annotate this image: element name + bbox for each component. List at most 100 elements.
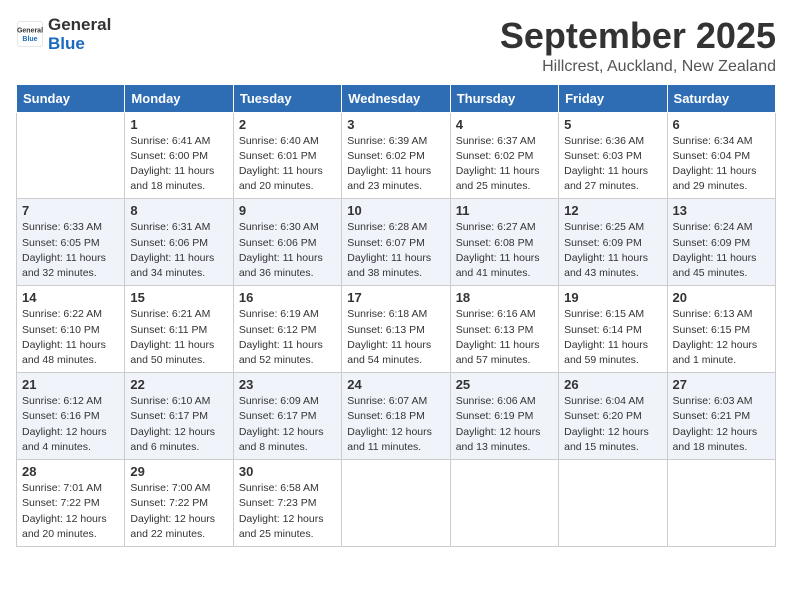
day-number: 17	[347, 290, 444, 305]
day-number: 12	[564, 203, 661, 218]
cell-info: Sunrise: 6:19 AM Sunset: 6:12 PM Dayligh…	[239, 307, 336, 368]
calendar-cell: 16 Sunrise: 6:19 AM Sunset: 6:12 PM Dayli…	[233, 286, 341, 373]
weekday-header-thursday: Thursday	[450, 84, 558, 112]
calendar-cell: 3Sunrise: 6:39 AM Sunset: 6:02 PM Daylig…	[342, 112, 450, 199]
svg-text:Blue: Blue	[22, 36, 37, 43]
day-number: 28	[22, 464, 119, 479]
day-number: 20	[673, 290, 770, 305]
weekday-header-wednesday: Wednesday	[342, 84, 450, 112]
calendar-cell: 30Sunrise: 6:58 AM Sunset: 7:23 PM Dayli…	[233, 460, 341, 547]
cell-info: Sunrise: 6:10 AM Sunset: 6:17 PM Dayligh…	[130, 394, 227, 455]
cell-info: Sunrise: 7:00 AM Sunset: 7:22 PM Dayligh…	[130, 481, 227, 542]
calendar-cell	[559, 460, 667, 547]
calendar-cell: 25 Sunrise: 6:06 AM Sunset: 6:19 PM Dayli…	[450, 373, 558, 460]
day-number: 11	[456, 203, 553, 218]
day-number: 7	[22, 203, 119, 218]
day-number: 4	[456, 117, 553, 132]
day-number: 25	[456, 377, 553, 392]
day-number: 9	[239, 203, 336, 218]
day-number: 10	[347, 203, 444, 218]
cell-info: Sunrise: 6:24 AM Sunset: 6:09 PM Dayligh…	[673, 220, 770, 281]
calendar-cell: 22Sunrise: 6:10 AM Sunset: 6:17 PM Dayli…	[125, 373, 233, 460]
calendar-cell: 5 Sunrise: 6:36 AM Sunset: 6:03 PM Daylig…	[559, 112, 667, 199]
calendar-cell	[667, 460, 775, 547]
cell-info: Sunrise: 6:36 AM Sunset: 6:03 PM Dayligh…	[564, 134, 661, 195]
cell-info: Sunrise: 6:25 AM Sunset: 6:09 PM Dayligh…	[564, 220, 661, 281]
cell-info: Sunrise: 6:30 AM Sunset: 6:06 PM Dayligh…	[239, 220, 336, 281]
calendar-cell	[342, 460, 450, 547]
calendar-cell	[450, 460, 558, 547]
calendar-cell: 27 Sunrise: 6:03 AM Sunset: 6:21 PM Dayli…	[667, 373, 775, 460]
calendar-week-1: 1Sunrise: 6:41 AM Sunset: 6:00 PM Daylig…	[17, 112, 776, 199]
calendar-cell: 28 Sunrise: 7:01 AM Sunset: 7:22 PM Dayli…	[17, 460, 125, 547]
cell-info: Sunrise: 6:34 AM Sunset: 6:04 PM Dayligh…	[673, 134, 770, 195]
day-number: 27	[673, 377, 770, 392]
logo-icon: General Blue	[16, 20, 44, 48]
day-number: 8	[130, 203, 227, 218]
weekday-header-friday: Friday	[559, 84, 667, 112]
cell-info: Sunrise: 6:12 AM Sunset: 6:16 PM Dayligh…	[22, 394, 119, 455]
calendar-week-4: 21 Sunrise: 6:12 AM Sunset: 6:16 PM Dayli…	[17, 373, 776, 460]
calendar-cell: 26Sunrise: 6:04 AM Sunset: 6:20 PM Dayli…	[559, 373, 667, 460]
day-number: 15	[130, 290, 227, 305]
logo-general: General	[48, 16, 111, 35]
calendar-cell: 29 Sunrise: 7:00 AM Sunset: 7:22 PM Dayli…	[125, 460, 233, 547]
calendar-cell: 18 Sunrise: 6:16 AM Sunset: 6:13 PM Dayli…	[450, 286, 558, 373]
title-block: September 2025 Hillcrest, Auckland, New …	[500, 16, 776, 76]
calendar-cell: 24Sunrise: 6:07 AM Sunset: 6:18 PM Dayli…	[342, 373, 450, 460]
day-number: 5	[564, 117, 661, 132]
day-number: 21	[22, 377, 119, 392]
calendar-cell: 23Sunrise: 6:09 AM Sunset: 6:17 PM Dayli…	[233, 373, 341, 460]
cell-info: Sunrise: 6:31 AM Sunset: 6:06 PM Dayligh…	[130, 220, 227, 281]
location-title: Hillcrest, Auckland, New Zealand	[500, 58, 776, 76]
calendar-week-2: 7Sunrise: 6:33 AM Sunset: 6:05 PM Daylig…	[17, 199, 776, 286]
calendar-cell: 17 Sunrise: 6:18 AM Sunset: 6:13 PM Dayli…	[342, 286, 450, 373]
cell-info: Sunrise: 6:40 AM Sunset: 6:01 PM Dayligh…	[239, 134, 336, 195]
calendar-cell: 9 Sunrise: 6:30 AM Sunset: 6:06 PM Daylig…	[233, 199, 341, 286]
weekday-header-sunday: Sunday	[17, 84, 125, 112]
day-number: 13	[673, 203, 770, 218]
cell-info: Sunrise: 6:39 AM Sunset: 6:02 PM Dayligh…	[347, 134, 444, 195]
day-number: 16	[239, 290, 336, 305]
cell-info: Sunrise: 6:18 AM Sunset: 6:13 PM Dayligh…	[347, 307, 444, 368]
calendar-cell: 21 Sunrise: 6:12 AM Sunset: 6:16 PM Dayli…	[17, 373, 125, 460]
cell-info: Sunrise: 6:28 AM Sunset: 6:07 PM Dayligh…	[347, 220, 444, 281]
day-number: 2	[239, 117, 336, 132]
cell-info: Sunrise: 6:16 AM Sunset: 6:13 PM Dayligh…	[456, 307, 553, 368]
day-number: 14	[22, 290, 119, 305]
day-number: 18	[456, 290, 553, 305]
day-number: 19	[564, 290, 661, 305]
logo: General Blue General Blue	[16, 16, 111, 53]
calendar-cell: 15 Sunrise: 6:21 AM Sunset: 6:11 PM Dayli…	[125, 286, 233, 373]
calendar-cell: 12 Sunrise: 6:25 AM Sunset: 6:09 PM Dayli…	[559, 199, 667, 286]
month-title: September 2025	[500, 16, 776, 56]
cell-info: Sunrise: 6:03 AM Sunset: 6:21 PM Dayligh…	[673, 394, 770, 455]
day-number: 30	[239, 464, 336, 479]
cell-info: Sunrise: 6:21 AM Sunset: 6:11 PM Dayligh…	[130, 307, 227, 368]
calendar-cell: 14Sunrise: 6:22 AM Sunset: 6:10 PM Dayli…	[17, 286, 125, 373]
weekday-header-monday: Monday	[125, 84, 233, 112]
cell-info: Sunrise: 6:04 AM Sunset: 6:20 PM Dayligh…	[564, 394, 661, 455]
weekday-header-row: SundayMondayTuesdayWednesdayThursdayFrid…	[17, 84, 776, 112]
day-number: 24	[347, 377, 444, 392]
calendar-cell: 1Sunrise: 6:41 AM Sunset: 6:00 PM Daylig…	[125, 112, 233, 199]
calendar-cell: 6Sunrise: 6:34 AM Sunset: 6:04 PM Daylig…	[667, 112, 775, 199]
cell-info: Sunrise: 6:41 AM Sunset: 6:00 PM Dayligh…	[130, 134, 227, 195]
cell-info: Sunrise: 6:09 AM Sunset: 6:17 PM Dayligh…	[239, 394, 336, 455]
day-number: 29	[130, 464, 227, 479]
cell-info: Sunrise: 6:15 AM Sunset: 6:14 PM Dayligh…	[564, 307, 661, 368]
cell-info: Sunrise: 6:37 AM Sunset: 6:02 PM Dayligh…	[456, 134, 553, 195]
calendar-cell: 13 Sunrise: 6:24 AM Sunset: 6:09 PM Dayli…	[667, 199, 775, 286]
page-header: General Blue General Blue September 2025…	[16, 16, 776, 76]
svg-text:General: General	[17, 27, 43, 34]
cell-info: Sunrise: 6:06 AM Sunset: 6:19 PM Dayligh…	[456, 394, 553, 455]
cell-info: Sunrise: 6:13 AM Sunset: 6:15 PM Dayligh…	[673, 307, 770, 368]
logo-text: General Blue	[48, 16, 111, 53]
calendar-cell: 11 Sunrise: 6:27 AM Sunset: 6:08 PM Dayli…	[450, 199, 558, 286]
cell-info: Sunrise: 6:27 AM Sunset: 6:08 PM Dayligh…	[456, 220, 553, 281]
calendar-cell: 19 Sunrise: 6:15 AM Sunset: 6:14 PM Dayli…	[559, 286, 667, 373]
cell-info: Sunrise: 7:01 AM Sunset: 7:22 PM Dayligh…	[22, 481, 119, 542]
calendar-cell: 2 Sunrise: 6:40 AM Sunset: 6:01 PM Daylig…	[233, 112, 341, 199]
weekday-header-saturday: Saturday	[667, 84, 775, 112]
calendar-cell: 10 Sunrise: 6:28 AM Sunset: 6:07 PM Dayli…	[342, 199, 450, 286]
